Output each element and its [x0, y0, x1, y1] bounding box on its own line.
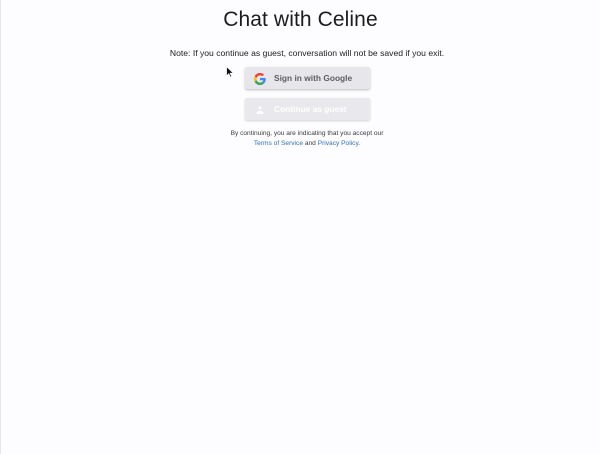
guest-note: Note: If you continue as guest, conversa… — [169, 48, 445, 58]
sign-in-with-google-label: Sign in with Google — [274, 73, 353, 83]
sign-in-with-google-button[interactable]: Sign in with Google — [245, 67, 370, 89]
consent-conjunction: and — [304, 139, 316, 147]
google-icon — [254, 72, 266, 85]
continue-as-guest-button[interactable]: Continue as guest — [245, 98, 370, 120]
consent-suffix: . — [358, 139, 361, 147]
consent-prefix: By continuing, you are indicating that y… — [230, 130, 384, 137]
login-page: Chat with Celine Note: If you continue a… — [0, 0, 600, 454]
person-icon — [254, 103, 266, 115]
continue-as-guest-label: Continue as guest — [274, 104, 347, 114]
page-title: Chat with Celine — [223, 8, 378, 31]
terms-of-service-link[interactable]: Terms of Service — [254, 140, 303, 147]
consent-links-line: Terms of Service and Privacy Policy. — [1, 139, 600, 149]
consent-text: By continuing, you are indicating that y… — [1, 129, 600, 148]
mouse-cursor-icon — [226, 65, 235, 78]
privacy-policy-link[interactable]: Privacy Policy — [318, 140, 359, 147]
